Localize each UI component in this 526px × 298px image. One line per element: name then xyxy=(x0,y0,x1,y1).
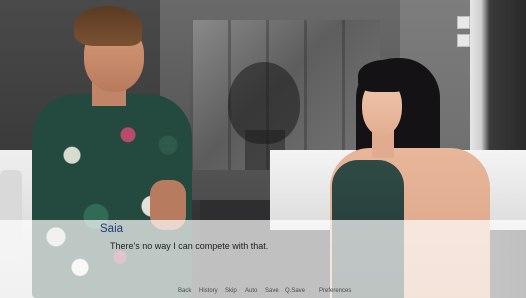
back-button[interactable]: Back xyxy=(178,288,191,294)
dialogue-text: There's no way I can compete with that. xyxy=(110,241,269,251)
save-button[interactable]: Save xyxy=(265,288,279,294)
preferences-button[interactable]: Preferences xyxy=(319,288,351,294)
auto-button[interactable]: Auto xyxy=(245,288,257,294)
light-switch xyxy=(457,34,470,47)
game-scene[interactable]: Saia There's no way I can compete with t… xyxy=(0,0,526,298)
woman-bangs xyxy=(358,60,410,92)
light-switch xyxy=(457,16,470,29)
speaker-name: Saia xyxy=(100,223,124,235)
history-button[interactable]: History xyxy=(199,288,218,294)
quick-save-button[interactable]: Q.Save xyxy=(285,288,305,294)
skip-button[interactable]: Skip xyxy=(225,288,237,294)
quick-menu: Back History Skip Auto Save Q.Save Prefe… xyxy=(0,288,526,298)
man-hair xyxy=(74,6,142,46)
dialogue-box[interactable] xyxy=(0,220,526,298)
